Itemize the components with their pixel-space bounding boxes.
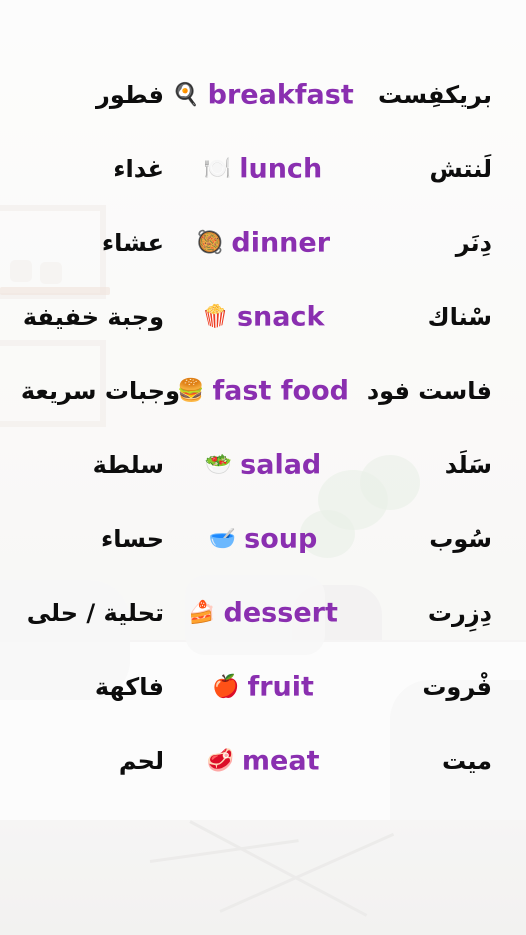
vocab-row-fruit: فْروت 🍎 fruit فاكهة [0,650,526,724]
vocab-row-dinner: دِنَر 🥘 dinner عشاء [0,206,526,280]
soup-bowl-icon: 🥣 [208,526,237,551]
english-word: snack [236,301,325,333]
arabic-meaning: تحلية / حلى [26,599,164,627]
pot-of-food-icon: 🥘 [195,230,224,255]
arabic-meaning: لحم [118,747,164,775]
cake-slice-icon: 🍰 [188,600,216,625]
english-word: soup [244,523,318,555]
transliteration: فاست فود [366,377,492,405]
english-word: dinner [231,227,331,259]
english-term: 🥘 dinner [196,228,330,259]
english-word: lunch [239,153,323,185]
vocab-row-fast-food: فاست فود 🍔 fast food وجبات سريعة [0,354,526,428]
english-term: 🥩 meat [207,746,320,777]
vocab-row-snack: سْناك 🍿 snack وجبة خفيفة [0,280,526,354]
english-term: 🍽️ lunch [204,154,322,185]
steak-icon: 🥩 [206,748,234,773]
transliteration: دِنَر [455,229,492,257]
vocab-row-salad: سَلَد 🥗 salad سلطة [0,428,526,502]
vocab-row-meat: ميت 🥩 meat لحم [0,724,526,798]
transliteration: ميت [441,747,492,775]
english-term: 🍿 snack [202,302,325,333]
frying-pan-egg-icon: 🍳 [172,82,200,107]
transliteration: بريكفِست [377,81,492,109]
transliteration: دِزِرت [427,599,492,627]
plate-cutlery-icon: 🍽️ [203,156,232,181]
transliteration: سْناك [427,303,492,331]
arabic-meaning: وجبة خفيفة [22,303,164,331]
english-word: dessert [223,597,338,629]
vocab-row-dessert: دِزِرت 🍰 dessert تحلية / حلى [0,576,526,650]
arabic-meaning: وجبات سريعة [20,377,180,405]
arabic-meaning: فطور [96,81,164,109]
english-term: 🍰 dessert [188,598,338,629]
transliteration: سَلَد [444,451,492,479]
arabic-meaning: عشاء [101,229,164,257]
english-term: 🥗 salad [205,450,322,481]
arabic-meaning: سلطة [92,451,164,479]
popcorn-icon: 🍿 [201,304,229,329]
english-word: fast food [212,375,349,407]
english-word: salad [240,449,322,481]
transliteration: لَنتش [429,155,492,183]
vocab-row-lunch: لَنتش 🍽️ lunch غداء [0,132,526,206]
english-word: fruit [247,671,314,703]
salad-bowl-icon: 🥗 [204,452,233,477]
burger-icon: 🍔 [177,378,205,403]
transliteration: فْروت [422,673,492,701]
arabic-meaning: غداء [113,155,164,183]
english-word: meat [241,745,320,777]
transliteration: سُوب [429,525,492,553]
arabic-meaning: حساء [101,525,164,553]
english-word: breakfast [207,79,354,111]
english-term: 🍎 fruit [212,672,314,703]
english-term: 🥣 soup [209,524,318,555]
apple-icon: 🍎 [212,674,240,699]
vocab-row-breakfast: بريكفِست 🍳 breakfast فطور [0,58,526,132]
english-term: 🍳 breakfast [172,80,353,111]
vocabulary-list: بريكفِست 🍳 breakfast فطور لَنتش 🍽️ lunch… [0,0,526,935]
vocab-row-soup: سُوب 🥣 soup حساء [0,502,526,576]
english-term: 🍔 fast food [177,376,349,407]
arabic-meaning: فاكهة [94,673,164,701]
